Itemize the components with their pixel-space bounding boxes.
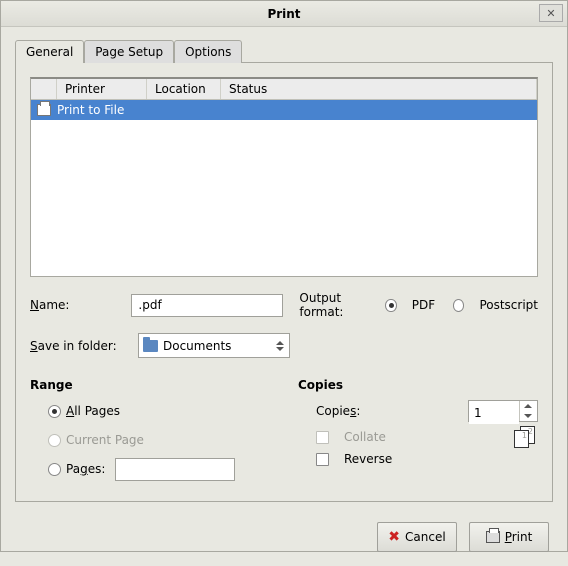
cancel-label: Cancel: [405, 530, 446, 544]
copies-title: Copies: [298, 378, 538, 392]
radio-postscript-label: Postscript: [479, 298, 538, 312]
print-label: Print: [505, 530, 533, 544]
radio-pages-label: Pages:: [66, 462, 105, 476]
name-input[interactable]: [131, 294, 283, 317]
tab-bar: General Page Setup Options: [15, 40, 553, 63]
cancel-button[interactable]: ✖ Cancel: [377, 522, 457, 552]
print-icon: [486, 531, 500, 543]
close-button[interactable]: ✕: [539, 4, 563, 22]
check-reverse[interactable]: [316, 453, 329, 466]
printer-list[interactable]: Printer Location Status Print to File: [30, 77, 538, 277]
tab-general[interactable]: General: [15, 40, 84, 63]
radio-current-page-label: Current Page: [66, 433, 144, 447]
tab-page-setup[interactable]: Page Setup: [84, 40, 174, 63]
save-folder-value: Documents: [163, 339, 231, 353]
save-folder-label: Save in folder:: [30, 339, 130, 353]
cancel-icon: ✖: [388, 529, 400, 545]
radio-pdf[interactable]: [385, 299, 396, 312]
copies-spinbox[interactable]: [468, 400, 538, 422]
col-location[interactable]: Location: [147, 79, 221, 99]
combo-arrows-icon: [275, 341, 285, 351]
radio-all-pages[interactable]: [48, 405, 61, 418]
radio-all-pages-label: All Pages: [66, 404, 120, 418]
printer-row-label: Print to File: [57, 103, 124, 117]
window-title: Print: [267, 7, 300, 21]
range-section: Range All Pages Current Page Pages:: [30, 378, 270, 487]
name-label: NName:ame:: [30, 298, 123, 312]
col-status[interactable]: Status: [221, 79, 537, 99]
copies-down[interactable]: [520, 411, 535, 421]
copies-label: Copies:: [316, 404, 360, 418]
copies-section: Copies Copies:: [298, 378, 538, 487]
copies-input[interactable]: [469, 401, 519, 424]
pages-input[interactable]: [115, 458, 235, 481]
radio-pdf-label: PDF: [412, 298, 435, 312]
copies-up[interactable]: [520, 401, 535, 411]
folder-icon: [143, 340, 158, 352]
check-collate-label: Collate: [344, 430, 386, 444]
check-reverse-label: Reverse: [344, 452, 392, 466]
print-dialog: Print ✕ General Page Setup Options Print…: [0, 0, 568, 552]
col-printer[interactable]: Printer: [57, 79, 147, 99]
radio-current-page: [48, 434, 61, 447]
save-folder-combo[interactable]: Documents: [138, 333, 290, 358]
tab-options[interactable]: Options: [174, 40, 242, 63]
dialog-footer: ✖ Cancel Print: [1, 512, 567, 566]
printer-row-print-to-file[interactable]: Print to File: [31, 100, 537, 120]
print-button[interactable]: Print: [469, 522, 549, 552]
radio-pages[interactable]: [48, 463, 61, 476]
printer-list-header: Printer Location Status: [31, 79, 537, 100]
printer-icon: [37, 104, 51, 116]
range-title: Range: [30, 378, 270, 392]
tab-panel-general: Printer Location Status Print to File NN…: [15, 62, 553, 502]
collate-icon: 2 1: [514, 426, 538, 448]
titlebar: Print ✕: [1, 1, 567, 27]
check-collate: [316, 431, 329, 444]
output-format-label: Output format:: [299, 291, 375, 319]
radio-postscript[interactable]: [453, 299, 464, 312]
